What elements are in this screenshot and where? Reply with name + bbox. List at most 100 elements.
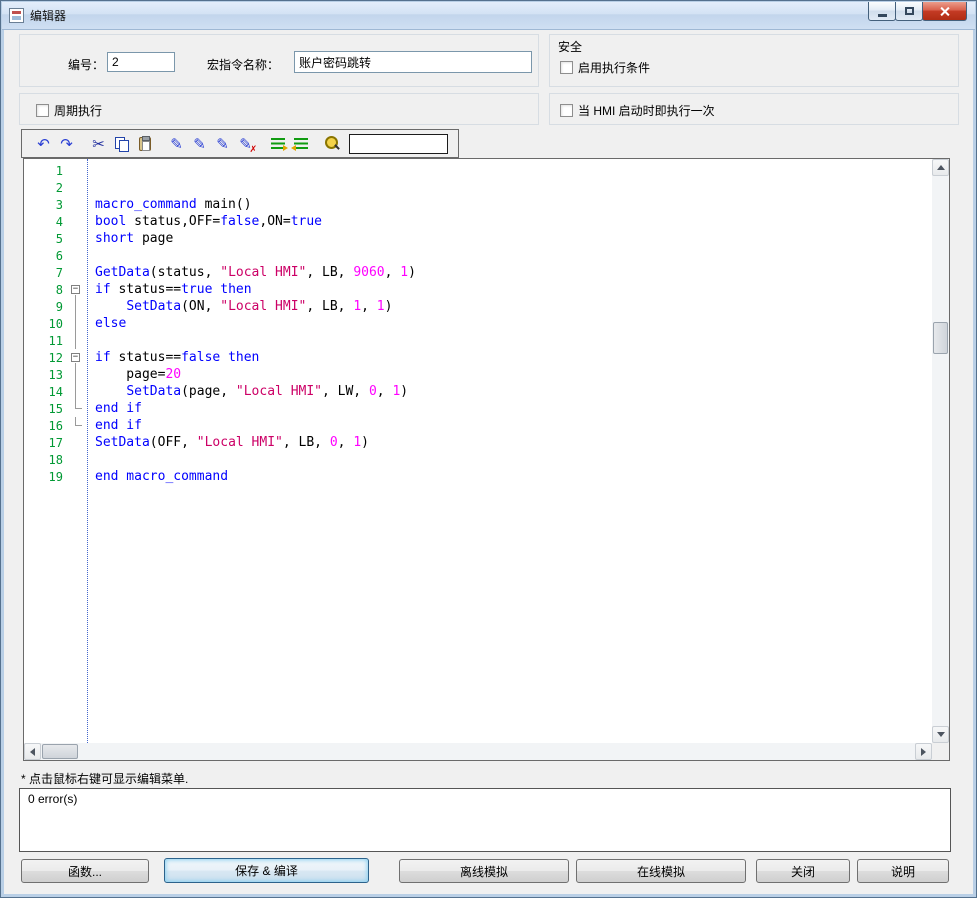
bookmark-toggle-icon[interactable]: ✎ [165, 133, 188, 154]
cut-icon[interactable]: ✂ [87, 133, 110, 154]
toolbar-search-input[interactable] [349, 134, 448, 154]
macro-info-group: 编号： 宏指令名称： [19, 34, 539, 87]
fold-minus-icon: − [71, 353, 80, 362]
enable-condition-row: 启用执行条件 [560, 59, 650, 76]
undo-icon: ↶ [37, 135, 50, 153]
code-text: end macro_command [86, 469, 228, 484]
titlebar[interactable]: 编辑器 [2, 2, 975, 30]
code-text: short page [86, 231, 173, 246]
enable-condition-label[interactable]: 启用执行条件 [578, 59, 650, 76]
line-number: 3 [24, 198, 68, 212]
fold-margin [68, 417, 86, 434]
code-line[interactable]: 16end if [24, 417, 932, 434]
periodic-group: 周期执行 [19, 93, 539, 125]
horizontal-scrollbar[interactable] [24, 743, 932, 760]
code-editor[interactable]: 123macro_command main()4bool status,OFF=… [23, 158, 950, 761]
offline-simulation-button[interactable]: 离线模拟 [399, 859, 569, 883]
close-icon [939, 6, 950, 17]
outdent-icon[interactable] [289, 133, 312, 154]
undo-icon[interactable]: ↶ [32, 133, 55, 154]
code-text: SetData(page, "Local HMI", LW, 0, 1) [86, 384, 408, 399]
arrow-up-icon [937, 165, 945, 170]
code-line[interactable]: 4bool status,OFF=false,ON=true [24, 213, 932, 230]
code-line[interactable]: 5short page [24, 230, 932, 247]
code-text: end if [86, 418, 142, 433]
scroll-right-button[interactable] [915, 743, 932, 760]
bookmark-toggle-icon: ✎ [170, 135, 183, 153]
line-number: 11 [24, 334, 68, 348]
find-icon[interactable] [321, 133, 344, 154]
code-line[interactable]: 11 [24, 332, 932, 349]
arrow-right-icon [921, 748, 926, 756]
code-text: if status==true then [86, 282, 252, 297]
code-lines[interactable]: 123macro_command main()4bool status,OFF=… [24, 159, 932, 743]
line-number: 1 [24, 164, 68, 178]
bookmark-prev-icon[interactable]: ✎ [211, 133, 234, 154]
bookmark-next-icon[interactable]: ✎ [188, 133, 211, 154]
code-line[interactable]: 3macro_command main() [24, 196, 932, 213]
macro-name-input[interactable] [294, 51, 532, 73]
fold-toggle[interactable]: − [68, 281, 86, 298]
indent-icon [271, 138, 285, 149]
minimize-button[interactable] [868, 2, 896, 21]
line-number: 4 [24, 215, 68, 229]
close-button[interactable] [922, 2, 967, 21]
redo-icon[interactable]: ↷ [55, 133, 78, 154]
code-line[interactable]: 12−if status==false then [24, 349, 932, 366]
code-line[interactable]: 19end macro_command [24, 468, 932, 485]
scroll-down-button[interactable] [932, 726, 949, 743]
toolbar-separator [156, 133, 165, 154]
code-line[interactable]: 10else [24, 315, 932, 332]
maximize-button[interactable] [895, 2, 923, 21]
copy-icon[interactable] [110, 133, 133, 154]
code-line[interactable]: 7GetData(status, "Local HMI", LB, 9060, … [24, 264, 932, 281]
scroll-left-button[interactable] [24, 743, 41, 760]
run-on-startup-label[interactable]: 当 HMI 启动时即执行一次 [578, 102, 715, 119]
vertical-scrollbar[interactable] [932, 159, 949, 743]
code-line[interactable]: 13 page=20 [24, 366, 932, 383]
online-simulation-button[interactable]: 在线模拟 [576, 859, 746, 883]
paste-icon[interactable] [133, 133, 156, 154]
line-number: 10 [24, 317, 68, 331]
horizontal-scroll-thumb[interactable] [42, 744, 78, 759]
periodic-checkbox[interactable] [36, 104, 49, 117]
bookmark-clear-icon[interactable]: ✎✗ [234, 133, 257, 154]
vertical-scroll-thumb[interactable] [933, 322, 948, 354]
code-line[interactable]: 9 SetData(ON, "Local HMI", LB, 1, 1) [24, 298, 932, 315]
fold-margin [68, 383, 86, 400]
line-number: 14 [24, 385, 68, 399]
code-line[interactable]: 17SetData(OFF, "Local HMI", LB, 0, 1) [24, 434, 932, 451]
compile-message-list[interactable]: 0 error(s) [19, 788, 951, 852]
run-on-startup-checkbox[interactable] [560, 104, 573, 117]
code-line[interactable]: 2 [24, 179, 932, 196]
line-number: 13 [24, 368, 68, 382]
security-group: 安全 启用执行条件 [549, 34, 959, 87]
clear-x-icon: ✗ [249, 144, 257, 155]
code-line[interactable]: 18 [24, 451, 932, 468]
code-line[interactable]: 1 [24, 162, 932, 179]
fold-minus-icon: − [71, 285, 80, 294]
toolbar: ↶↷✂✎✎✎✎✗ [21, 129, 459, 158]
code-line[interactable]: 8−if status==true then [24, 281, 932, 298]
cut-icon: ✂ [92, 135, 105, 153]
code-line[interactable]: 15end if [24, 400, 932, 417]
enable-condition-checkbox[interactable] [560, 61, 573, 74]
help-button[interactable]: 说明 [857, 859, 949, 883]
functions-button[interactable]: 函数... [21, 859, 149, 883]
scroll-up-button[interactable] [932, 159, 949, 176]
macro-id-input[interactable] [107, 52, 175, 72]
code-line[interactable]: 14 SetData(page, "Local HMI", LW, 0, 1) [24, 383, 932, 400]
editor-window: 编辑器 编号： 宏指令名称： 安全 启用执行条件 周期执行 当 HMI 启动时即… [0, 0, 977, 898]
fold-toggle[interactable]: − [68, 349, 86, 366]
line-number: 18 [24, 453, 68, 467]
fold-margin [68, 247, 86, 264]
find-icon [325, 136, 340, 151]
indent-icon[interactable] [266, 133, 289, 154]
close-dialog-button[interactable]: 关闭 [756, 859, 850, 883]
code-line[interactable]: 6 [24, 247, 932, 264]
periodic-label[interactable]: 周期执行 [54, 102, 102, 119]
toolbar-separator [78, 133, 87, 154]
toolbar-icons: ↶↷✂✎✎✎✎✗ [32, 133, 344, 154]
code-text: SetData(OFF, "Local HMI", LB, 0, 1) [86, 435, 369, 450]
save-compile-button[interactable]: 保存 & 编译 [164, 858, 369, 883]
